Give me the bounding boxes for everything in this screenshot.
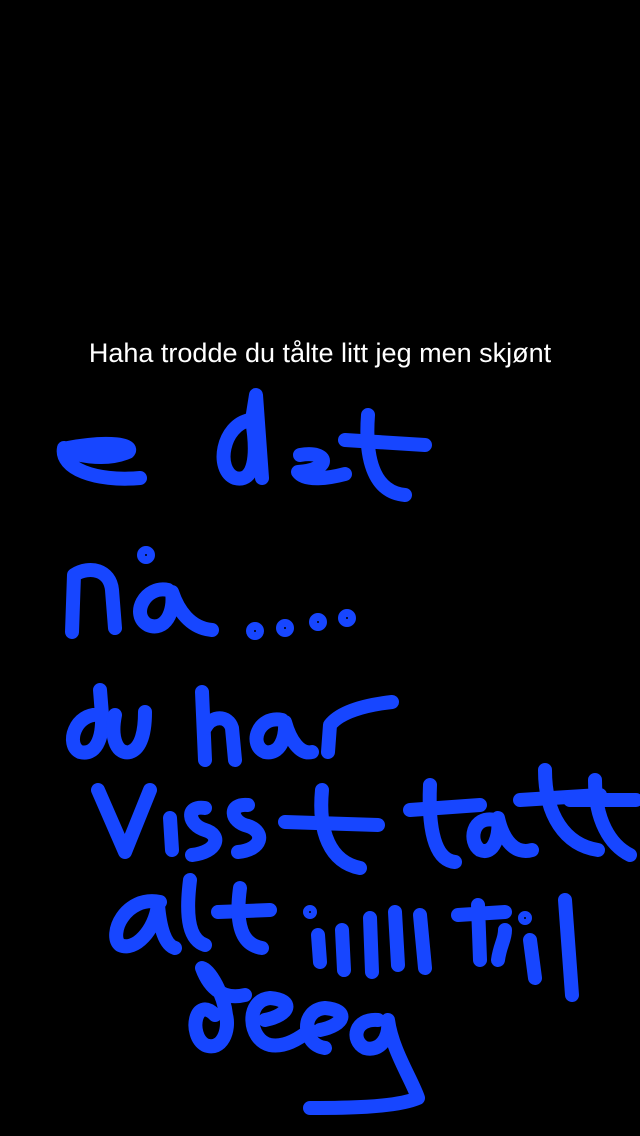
handwriting-line-3	[66, 683, 399, 767]
caption-bar: Haha trodde du tålte litt jeg men skjønt	[0, 330, 640, 376]
snap-canvas[interactable]: Haha trodde du tålte litt jeg men skjønt	[0, 0, 640, 1136]
handwriting-line-2	[65, 546, 356, 640]
handwriting-line-1	[56, 388, 432, 502]
handwritten-drawing	[56, 388, 640, 1115]
handwriting-line-4	[91, 763, 640, 875]
handwriting-line-6	[188, 961, 425, 1115]
handwriting-line-5	[109, 873, 579, 1002]
caption-text: Haha trodde du tålte litt jeg men skjønt	[88, 337, 552, 368]
